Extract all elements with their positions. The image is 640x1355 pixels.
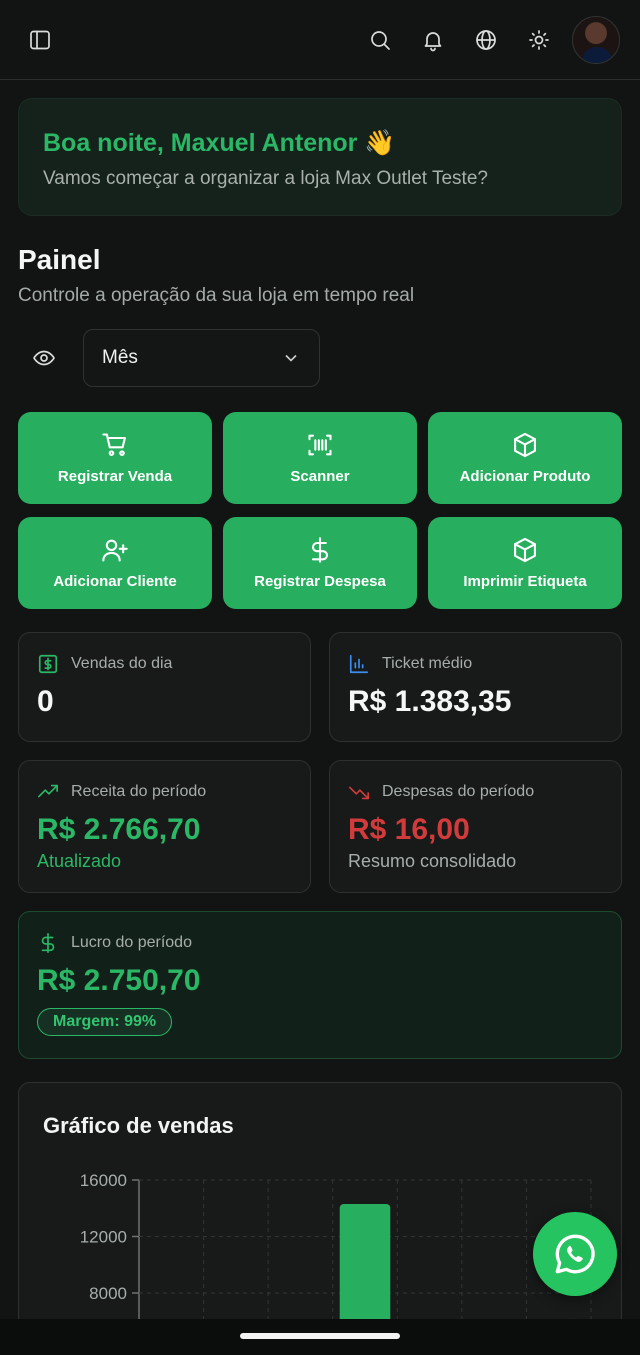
page-subtitle: Controle a operação da sua loja em tempo… [18, 285, 415, 306]
profit-label: Lucro do período [71, 934, 192, 951]
revenue-card: Receita do período R$ 2.766,70 Atualizad… [18, 760, 311, 893]
search-icon[interactable] [360, 20, 400, 60]
y-tick-label: 8000 [89, 1284, 127, 1303]
eye-icon[interactable] [24, 338, 64, 378]
sales-day-card: Vendas do dia 0 [18, 632, 311, 742]
scanner-label: Scanner [290, 468, 350, 485]
avatar[interactable] [572, 15, 620, 64]
revenue-value: R$ 2.766,70 [37, 813, 201, 846]
scanner-button[interactable]: Scanner [223, 412, 417, 504]
sales-day-value: 0 [37, 685, 54, 718]
profit-card: Lucro do período R$ 2.750,70 Margem: 99% [18, 911, 622, 1059]
box-icon [514, 537, 536, 563]
sales-chart-card: 16000 12000 8000 Gráfico de vendas [18, 1082, 622, 1355]
ticket-card: Ticket médio R$ 1.383,35 [329, 632, 622, 742]
top-bar [0, 0, 640, 80]
margin-badge: Margem: 99% [37, 1008, 173, 1036]
print-label-label: Imprimir Etiqueta [463, 573, 587, 590]
period-select-value: Mês [102, 347, 138, 368]
box-icon [514, 432, 536, 458]
chart-title: Gráfico de vendas [43, 1113, 234, 1138]
trending-down-icon [349, 786, 369, 800]
period-select[interactable]: Mês [83, 329, 320, 387]
cart-icon [102, 433, 126, 456]
greeting-subtitle: Vamos começar a organizar a loja Max Out… [43, 168, 488, 189]
dollar-icon [41, 933, 55, 953]
scan-icon [308, 434, 332, 456]
greeting-banner: Boa noite, Maxuel Antenor 👋 Vamos começa… [18, 98, 622, 216]
print-label-button[interactable]: Imprimir Etiqueta [428, 517, 622, 609]
user-plus-icon [102, 539, 128, 562]
expenses-label: Despesas do período [382, 783, 535, 800]
sidebar-toggle-icon[interactable] [20, 20, 60, 60]
home-indicator[interactable] [240, 1333, 400, 1339]
add-product-button[interactable]: Adicionar Produto [428, 412, 622, 504]
system-nav-bar [0, 1319, 640, 1355]
ticket-label: Ticket médio [382, 655, 473, 672]
register-sale-label: Registrar Venda [57, 468, 173, 485]
page-title: Painel [18, 244, 101, 275]
globe-icon[interactable] [466, 20, 506, 60]
y-tick-label: 16000 [80, 1171, 127, 1190]
y-tick-label: 12000 [80, 1228, 127, 1247]
sun-icon[interactable] [519, 20, 559, 60]
ticket-value: R$ 1.383,35 [348, 685, 512, 718]
register-expense-label: Registrar Despesa [254, 573, 386, 590]
add-customer-label: Adicionar Cliente [53, 573, 177, 590]
revenue-label: Receita do período [71, 783, 207, 800]
whatsapp-button[interactable] [533, 1212, 617, 1296]
bar-chart-icon [349, 654, 369, 674]
greeting-title: Boa noite, Maxuel Antenor 👋 [43, 129, 396, 157]
bell-icon[interactable] [413, 20, 453, 60]
register-expense-button[interactable]: Registrar Despesa [223, 517, 417, 609]
expenses-card: Despesas do período R$ 16,00 Resumo cons… [329, 760, 622, 893]
register-sale-button[interactable]: Registrar Venda [18, 412, 212, 504]
whatsapp-icon [555, 1234, 595, 1274]
money-icon [38, 654, 58, 674]
add-customer-button[interactable]: Adicionar Cliente [18, 517, 212, 609]
profit-value: R$ 2.750,70 [37, 964, 201, 997]
expenses-value: R$ 16,00 [348, 813, 470, 846]
chevron-down-icon [285, 354, 297, 362]
quick-actions: Registrar Venda Scanner Adicionar Produt… [18, 412, 622, 609]
add-product-label: Adicionar Produto [459, 468, 591, 485]
trending-up-icon [38, 784, 58, 798]
dollar-icon [311, 537, 329, 563]
revenue-note: Atualizado [37, 851, 122, 871]
expenses-note: Resumo consolidado [348, 851, 517, 871]
sales-day-label: Vendas do dia [71, 655, 173, 672]
dashboard-page: Boa noite, Maxuel Antenor 👋 Vamos começa… [0, 0, 640, 1355]
